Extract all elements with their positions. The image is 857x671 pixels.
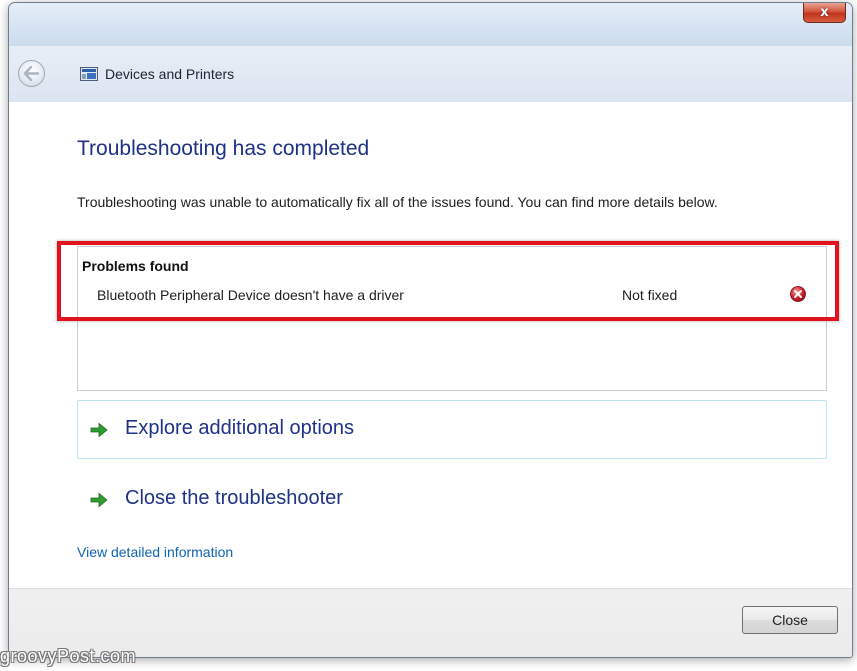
window-close-button[interactable]: x <box>803 3 846 23</box>
problem-description: Bluetooth Peripheral Device doesn't have… <box>97 287 404 303</box>
troubleshooter-window: x Devices and Printers Troubleshooting h… <box>8 2 853 658</box>
green-arrow-icon <box>90 422 108 438</box>
problem-row[interactable]: Bluetooth Peripheral Device doesn't have… <box>78 283 826 307</box>
page-title: Troubleshooting has completed <box>77 137 370 160</box>
description-text: Troubleshooting was unable to automatica… <box>77 194 718 210</box>
error-icon <box>790 286 806 302</box>
back-button[interactable] <box>18 60 45 87</box>
option-label: Explore additional options <box>125 417 355 439</box>
problems-title: Problems found <box>82 258 189 274</box>
watermark: groovyPost.com <box>0 646 137 666</box>
explore-options-link[interactable]: Explore additional options <box>77 400 827 459</box>
back-arrow-icon <box>23 66 40 81</box>
navigation-bar: Devices and Printers <box>9 46 852 102</box>
devices-printers-icon <box>80 67 98 81</box>
content-area: Troubleshooting has completed Troublesho… <box>9 102 852 588</box>
close-button[interactable]: Close <box>742 606 838 634</box>
title-bar: x <box>9 3 852 46</box>
problem-status: Not fixed <box>622 287 678 303</box>
view-detailed-information-link[interactable]: View detailed information <box>77 544 233 560</box>
option-label: Close the troubleshooter <box>125 487 343 509</box>
green-arrow-icon <box>90 492 108 508</box>
problems-list: Problems found Bluetooth Peripheral Devi… <box>77 246 827 391</box>
nav-title: Devices and Printers <box>105 66 235 82</box>
close-troubleshooter-link[interactable]: Close the troubleshooter <box>77 470 827 529</box>
